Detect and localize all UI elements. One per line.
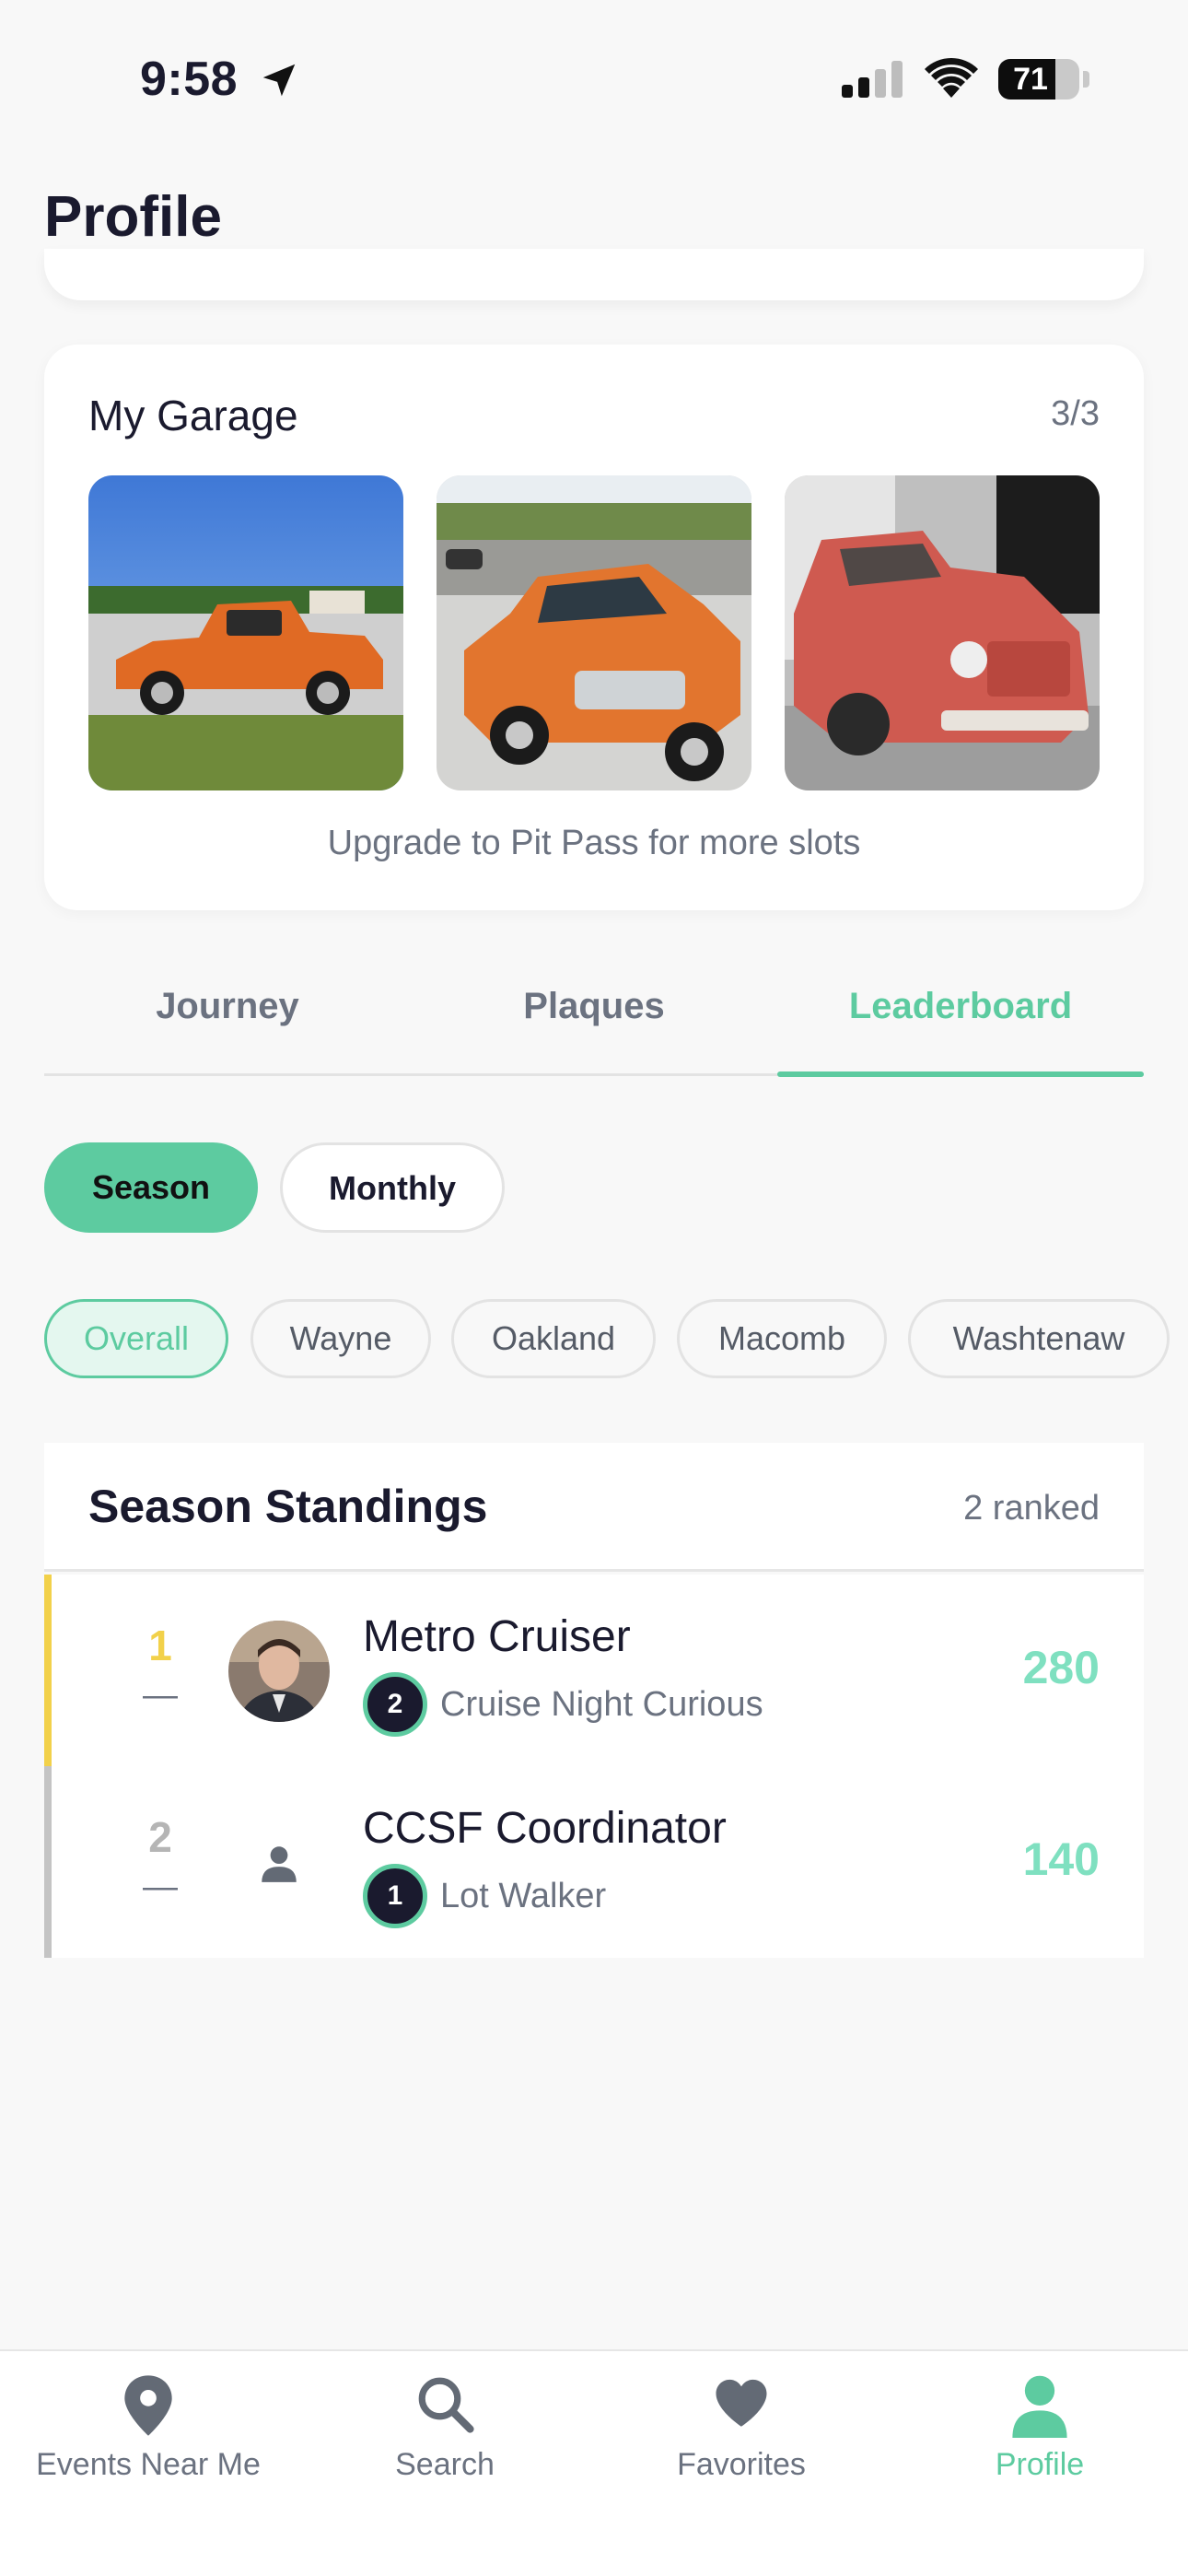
- status-time: 9:58: [140, 53, 239, 106]
- avatar: [228, 1621, 330, 1722]
- garage-car-photo[interactable]: [88, 475, 403, 790]
- level-badge: 1: [363, 1864, 427, 1928]
- default-avatar-icon: [262, 1846, 297, 1882]
- region-chip-oakland[interactable]: Oakland: [451, 1299, 656, 1378]
- garage-card: My Garage 3/3 Upgrade to Pit Pass for mo…: [44, 345, 1144, 910]
- player-points: 280: [1022, 1642, 1100, 1693]
- rank-number: 2: [148, 1813, 172, 1861]
- status-bar: 9:58 71: [0, 0, 1188, 157]
- bottom-nav: Events Near Me Search Favorites Profile: [0, 2349, 1188, 2576]
- region-chip-wayne[interactable]: Wayne: [250, 1299, 431, 1378]
- region-chip-macomb[interactable]: Macomb: [677, 1299, 887, 1378]
- garage-title: My Garage: [88, 392, 298, 439]
- heart-icon: [716, 2379, 767, 2427]
- rank-change: —: [143, 1676, 178, 1715]
- cellular-signal-icon: [842, 61, 903, 98]
- tab-leaderboard[interactable]: Leaderboard: [777, 986, 1144, 1027]
- upgrade-prompt[interactable]: Upgrade to Pit Pass for more slots: [44, 824, 1144, 863]
- nav-label: Favorites: [677, 2447, 806, 2482]
- previous-card: [44, 249, 1144, 300]
- tab-journey[interactable]: Journey: [44, 986, 411, 1027]
- region-chip-washtenaw[interactable]: Washtenaw: [908, 1299, 1170, 1378]
- search-icon: [418, 2377, 474, 2433]
- nav-profile[interactable]: Profile: [891, 2351, 1188, 2576]
- standings-title: Season Standings: [88, 1481, 488, 1532]
- active-tab-indicator: [777, 1071, 1144, 1077]
- garage-car-photo[interactable]: [437, 475, 751, 790]
- nav-label: Search: [395, 2447, 495, 2482]
- level-badge: 2: [363, 1672, 427, 1737]
- leaderboard-row[interactable]: 2 — CCSF Coordinator 1 Lot Walker 140: [44, 1766, 1144, 1958]
- battery-cap: [1083, 71, 1089, 88]
- season-toggle-button[interactable]: Season: [44, 1142, 258, 1233]
- wifi-icon: [925, 57, 978, 98]
- profile-tabs: Journey Plaques Leaderboard: [44, 958, 1144, 1077]
- player-name: CCSF Coordinator: [363, 1804, 727, 1853]
- battery-icon: 71: [998, 59, 1079, 100]
- map-pin-icon: [124, 2375, 172, 2436]
- standings-header: Season Standings 2 ranked: [44, 1443, 1144, 1572]
- user-icon: [1012, 2375, 1067, 2438]
- player-points: 140: [1022, 1833, 1100, 1885]
- rank-gold-bar: [44, 1575, 52, 1766]
- garage-car-photo[interactable]: [785, 475, 1100, 790]
- page-title: Profile: [44, 185, 222, 249]
- region-chip-overall[interactable]: Overall: [44, 1299, 228, 1378]
- garage-count: 3/3: [1051, 394, 1100, 433]
- location-arrow-icon: [262, 64, 296, 97]
- battery-level: 71: [1013, 62, 1048, 97]
- nav-label: Profile: [995, 2447, 1085, 2482]
- tab-plaques[interactable]: Plaques: [411, 986, 777, 1027]
- monthly-toggle-button[interactable]: Monthly: [280, 1142, 505, 1233]
- rank-number: 1: [148, 1622, 172, 1669]
- nav-search[interactable]: Search: [297, 2351, 593, 2576]
- standings-count: 2 ranked: [963, 1489, 1100, 1528]
- nav-favorites[interactable]: Favorites: [593, 2351, 890, 2576]
- nav-label: Events Near Me: [36, 2447, 261, 2482]
- leaderboard-row[interactable]: 1 — Metro Cruiser 2 Cruise Night Curious…: [44, 1575, 1144, 1766]
- level-title: Lot Walker: [440, 1877, 607, 1915]
- level-title: Cruise Night Curious: [440, 1685, 763, 1724]
- player-name: Metro Cruiser: [363, 1612, 631, 1661]
- rank-change: —: [143, 1868, 178, 1906]
- nav-events-near-me[interactable]: Events Near Me: [0, 2351, 297, 2576]
- rank-silver-bar: [44, 1766, 52, 1958]
